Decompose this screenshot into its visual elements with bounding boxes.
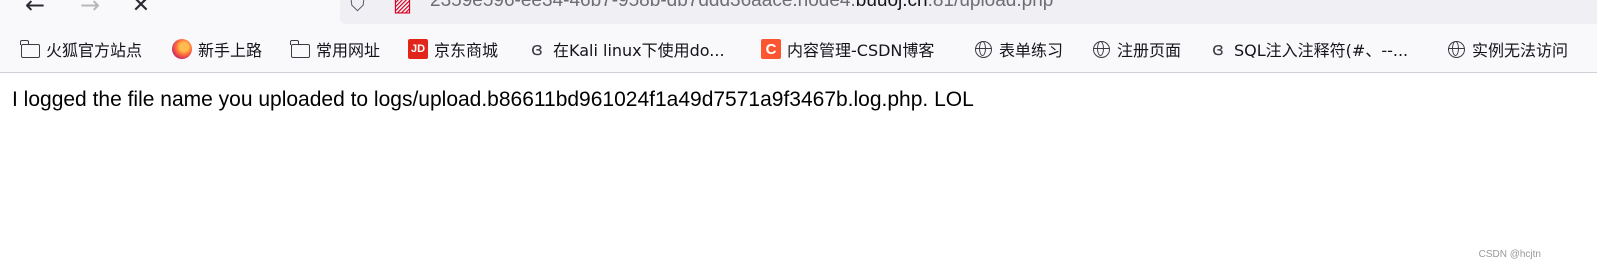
url-suffix: :81/upload.php xyxy=(927,0,1054,11)
shield-icon[interactable]: ⛉ xyxy=(350,0,365,16)
globe-icon xyxy=(973,39,993,59)
bookmark-label: 京东商城 xyxy=(434,41,499,60)
bookmark-label: SQL注入注释符(#、--... xyxy=(1234,41,1409,60)
bookmark-jd[interactable]: JD 京东商城 xyxy=(408,37,498,61)
bookmark-instance-unreachable[interactable]: 实例无法访问 xyxy=(1446,37,1568,61)
forward-arrow-icon[interactable]: → xyxy=(77,0,103,19)
url-domain: buuoj.cn xyxy=(855,0,928,11)
firefox-icon xyxy=(172,39,192,59)
insecure-lock-icon[interactable]: ▨ xyxy=(393,0,412,16)
kali-dragon-icon: ɞ xyxy=(1212,38,1224,60)
kali-dragon-icon: ɞ xyxy=(531,38,543,60)
stop-loading-icon[interactable]: ✕ xyxy=(128,0,154,18)
bookmark-label: 常用网址 xyxy=(316,41,381,60)
url-prefix: 2359e596-ee34-46b7-958b-db7ddd36aace.nod… xyxy=(430,0,856,11)
bookmark-csdn[interactable]: C 内容管理-CSDN博客 xyxy=(761,37,934,61)
bookmark-firefox-official[interactable]: 火狐官方站点 xyxy=(19,37,143,61)
jd-icon: JD xyxy=(408,39,428,59)
bookmark-sql-injection[interactable]: ɞ SQL注入注释符(#、--... xyxy=(1208,37,1408,61)
globe-icon xyxy=(1446,39,1466,59)
bookmark-label: 表单练习 xyxy=(999,41,1064,60)
folder-icon xyxy=(19,39,40,59)
bookmarks-toolbar: 火狐官方站点 新手上路 常用网址 JD 京东商城 ɞ 在Kali linux下使… xyxy=(0,26,1597,73)
bookmark-form-practice[interactable]: 表单练习 xyxy=(973,37,1063,61)
bookmark-label: 实例无法访问 xyxy=(1472,41,1569,60)
back-arrow-icon[interactable]: ← xyxy=(22,0,48,19)
bookmark-label: 火狐官方站点 xyxy=(46,41,143,60)
upload-result-message: I logged the file name you uploaded to l… xyxy=(12,88,974,111)
bookmark-kali-linux[interactable]: ɞ 在Kali linux下使用do... xyxy=(527,37,725,61)
bookmark-register-page[interactable]: 注册页面 xyxy=(1091,37,1181,61)
csdn-icon: C xyxy=(761,39,781,59)
bookmark-getting-started[interactable]: 新手上路 xyxy=(172,37,262,61)
bookmark-common-sites[interactable]: 常用网址 xyxy=(289,37,381,61)
bookmark-label: 新手上路 xyxy=(198,41,263,60)
csdn-watermark: CSDN @hcjtn xyxy=(1478,249,1541,260)
globe-icon xyxy=(1091,39,1111,59)
bookmark-label: 内容管理-CSDN博客 xyxy=(787,41,935,60)
url-text[interactable]: 2359e596-ee34-46b7-958b-db7ddd36aace.nod… xyxy=(430,0,1053,12)
bookmark-label: 在Kali linux下使用do... xyxy=(553,41,725,60)
bookmark-label: 注册页面 xyxy=(1117,41,1182,60)
folder-icon xyxy=(289,39,310,59)
browser-toolbar: ← → ✕ ⛉ ▨ 2359e596-ee34-46b7-958b-db7ddd… xyxy=(0,0,1597,26)
